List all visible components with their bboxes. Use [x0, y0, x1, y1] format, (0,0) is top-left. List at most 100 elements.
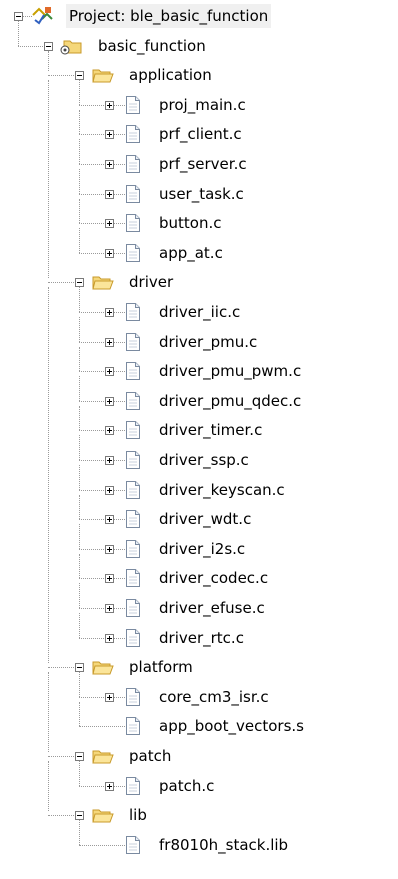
file-item[interactable]: driver_pmu_pwm.c — [159, 359, 301, 383]
tree-connector — [79, 844, 125, 846]
file-item[interactable]: core_cm3_isr.c — [159, 685, 269, 709]
group-platform-collapse-toggle[interactable] — [75, 663, 84, 673]
file-icon — [125, 361, 141, 385]
file-item[interactable]: driver_pmu.c — [159, 330, 257, 354]
group-lib[interactable]: lib — [129, 803, 147, 827]
file-icon — [125, 184, 141, 208]
file-item[interactable]: driver_iic.c — [159, 300, 240, 324]
tree-connector — [114, 341, 125, 343]
project-collapse-toggle[interactable] — [14, 12, 23, 21]
tree-connector — [79, 578, 104, 580]
file-item[interactable]: user_task.c — [159, 182, 244, 206]
file-icon — [125, 568, 141, 592]
file-expand-toggle[interactable] — [105, 100, 114, 110]
tree-connector — [114, 696, 125, 698]
file-expand-toggle[interactable] — [105, 308, 114, 317]
file-expand-toggle[interactable] — [105, 396, 114, 406]
group-lib-collapse-toggle[interactable] — [75, 811, 84, 821]
group-application-collapse-toggle[interactable] — [75, 71, 84, 81]
file-item[interactable]: fr8010h_stack.lib — [159, 833, 288, 857]
tree-connector — [79, 317, 80, 342]
file-expand-toggle[interactable] — [105, 337, 114, 347]
tree-connector — [48, 761, 49, 812]
tree-connector — [79, 761, 80, 786]
file-expand-toggle[interactable] — [105, 189, 114, 199]
file-icon — [125, 480, 141, 504]
file-item[interactable]: driver_rtc.c — [159, 626, 244, 650]
file-item[interactable]: prf_client.c — [159, 122, 242, 146]
tree-connector — [79, 460, 104, 461]
file-expand-toggle[interactable] — [105, 544, 114, 554]
project-root-item[interactable]: Project: ble_basic_function — [66, 4, 272, 28]
file-item[interactable]: driver_ssp.c — [159, 448, 249, 472]
tree-connector — [114, 223, 125, 225]
file-item[interactable]: app_boot_vectors.s — [159, 714, 304, 738]
tree-connector — [79, 346, 80, 372]
file-expand-toggle[interactable] — [105, 160, 114, 169]
tree-connector — [79, 287, 80, 312]
tree-connector — [79, 489, 104, 491]
target-collapse-toggle[interactable] — [44, 41, 53, 51]
tree-connector — [114, 785, 125, 787]
file-icon — [125, 835, 141, 859]
group-driver[interactable]: driver — [129, 270, 173, 294]
file-item[interactable]: driver_codec.c — [159, 566, 268, 590]
file-icon — [125, 716, 141, 740]
file-expand-toggle[interactable] — [105, 248, 114, 258]
tree-connector — [79, 405, 80, 431]
folder-open-icon — [92, 748, 114, 768]
file-expand-toggle[interactable] — [105, 485, 114, 495]
file-item[interactable]: driver_timer.c — [159, 418, 262, 442]
tree-connector — [79, 435, 80, 460]
file-expand-toggle[interactable] — [105, 367, 114, 377]
file-icon — [125, 95, 141, 119]
group-application[interactable]: application — [129, 63, 212, 87]
group-patch-collapse-toggle[interactable] — [75, 752, 84, 761]
file-icon — [125, 213, 141, 237]
tree-connector — [18, 45, 43, 47]
file-item[interactable]: driver_wdt.c — [159, 507, 251, 531]
file-item[interactable]: patch.c — [159, 774, 214, 798]
file-expand-toggle[interactable] — [105, 574, 114, 584]
tree-connector — [79, 169, 80, 194]
file-expand-toggle[interactable] — [105, 692, 114, 702]
group-driver-collapse-toggle[interactable] — [75, 278, 84, 288]
tree-connector — [114, 252, 125, 254]
file-expand-toggle[interactable] — [105, 781, 114, 791]
file-expand-toggle[interactable] — [105, 604, 114, 613]
folder-open-icon — [92, 659, 114, 679]
folder-open-icon — [92, 67, 114, 87]
tree-connector — [114, 460, 125, 461]
tree-connector — [79, 109, 80, 135]
tree-connector — [79, 104, 104, 106]
file-icon — [125, 628, 141, 652]
tree-connector — [79, 134, 104, 136]
tree-connector — [114, 312, 125, 313]
file-expand-toggle[interactable] — [105, 515, 114, 525]
group-patch[interactable]: patch — [129, 744, 171, 768]
file-expand-toggle[interactable] — [105, 130, 114, 140]
file-item[interactable]: driver_keyscan.c — [159, 478, 285, 502]
file-item[interactable]: prf_server.c — [159, 152, 247, 176]
file-item[interactable]: proj_main.c — [159, 93, 246, 117]
file-item[interactable]: button.c — [159, 211, 222, 235]
tree-connector — [79, 228, 80, 253]
file-icon — [125, 243, 141, 267]
file-expand-toggle[interactable] — [105, 456, 114, 465]
group-platform[interactable]: platform — [129, 655, 193, 679]
file-expand-toggle[interactable] — [105, 426, 114, 436]
tree-connector — [79, 430, 104, 432]
file-item[interactable]: driver_i2s.c — [159, 537, 245, 561]
file-expand-toggle[interactable] — [105, 633, 114, 643]
tree-connector — [48, 287, 49, 664]
file-item[interactable]: driver_pmu_qdec.c — [159, 389, 301, 413]
tree-connector — [79, 341, 104, 343]
file-expand-toggle[interactable] — [105, 219, 114, 229]
file-item[interactable]: app_at.c — [159, 241, 223, 265]
file-icon — [125, 420, 141, 444]
file-item[interactable]: driver_efuse.c — [159, 596, 265, 620]
target-basic-function[interactable]: basic_function — [98, 34, 206, 58]
tree-connector — [18, 21, 19, 46]
file-icon — [125, 391, 141, 415]
file-icon — [125, 302, 141, 326]
